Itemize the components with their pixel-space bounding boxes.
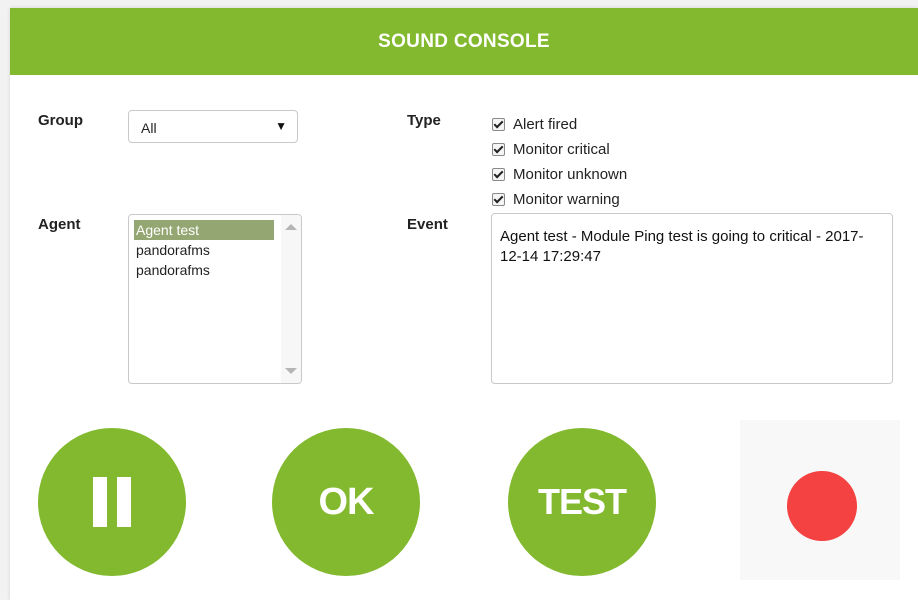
- scroll-down-icon[interactable]: [285, 368, 297, 374]
- type-label: Type: [407, 112, 441, 129]
- pause-icon: [93, 477, 131, 527]
- type-option-monitor-critical[interactable]: Monitor critical: [492, 137, 627, 162]
- dropdown-arrow-icon: ▼: [275, 119, 287, 133]
- agent-list-item[interactable]: Agent test: [134, 220, 274, 240]
- event-textarea[interactable]: Agent test - Module Ping test is going t…: [491, 213, 893, 384]
- record-icon: [787, 471, 857, 541]
- test-button[interactable]: TEST: [508, 428, 656, 576]
- type-option-label: Alert fired: [513, 116, 578, 133]
- type-option-label: Monitor critical: [513, 141, 610, 158]
- type-option-label: Monitor unknown: [513, 166, 628, 183]
- checkbox-checked-icon[interactable]: [492, 143, 505, 156]
- record-indicator: [740, 420, 900, 580]
- agent-list-item[interactable]: pandorafms: [134, 240, 274, 260]
- sound-console-panel: SOUND CONSOLE Group All ▼ Type Alert fir…: [10, 8, 918, 600]
- type-checkbox-group: Alert fired Monitor critical Monitor unk…: [492, 112, 627, 212]
- agent-list-scrollbar[interactable]: [281, 215, 301, 383]
- type-option-alert-fired[interactable]: Alert fired: [492, 112, 627, 137]
- checkbox-checked-icon[interactable]: [492, 193, 505, 206]
- type-option-monitor-unknown[interactable]: Monitor unknown: [492, 162, 627, 187]
- agent-list-item[interactable]: pandorafms: [134, 260, 274, 280]
- checkbox-checked-icon[interactable]: [492, 118, 505, 131]
- checkbox-checked-icon[interactable]: [492, 168, 505, 181]
- type-option-monitor-warning[interactable]: Monitor warning: [492, 187, 627, 212]
- ok-button[interactable]: OK: [272, 428, 420, 576]
- agent-listbox[interactable]: Agent test pandorafms pandorafms: [128, 214, 302, 384]
- group-select-value: All: [141, 120, 157, 136]
- scroll-up-icon[interactable]: [285, 224, 297, 230]
- test-button-label: TEST: [537, 481, 627, 522]
- type-option-label: Monitor warning: [513, 191, 620, 208]
- console-title: SOUND CONSOLE: [378, 30, 550, 52]
- agent-label: Agent: [38, 216, 81, 233]
- ok-button-label: OK: [318, 480, 375, 523]
- pause-button[interactable]: [38, 428, 186, 576]
- group-label: Group: [38, 112, 83, 129]
- group-select[interactable]: All ▼: [128, 110, 298, 143]
- console-header: SOUND CONSOLE: [10, 8, 918, 75]
- event-label: Event: [407, 216, 448, 233]
